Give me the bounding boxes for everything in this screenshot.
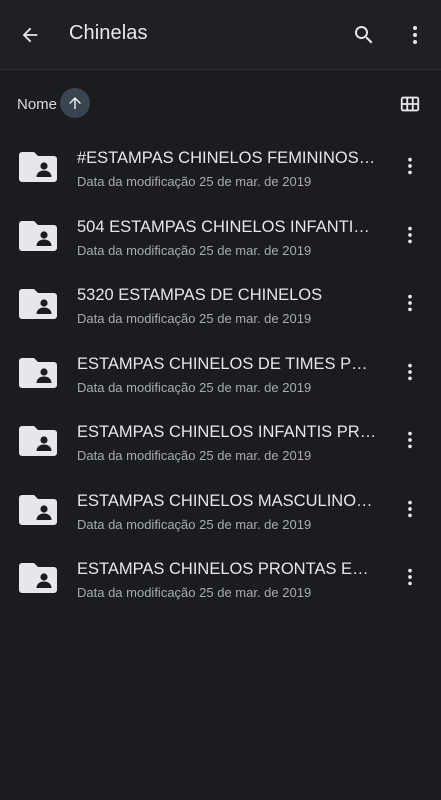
arrow-up-icon: [69, 97, 81, 109]
file-name: ESTAMPAS CHINELOS MASCULINO PRONTAS: [77, 491, 377, 510]
search-button[interactable]: [349, 20, 379, 50]
file-meta: Data da modificação 25 de mar. de 2019: [77, 243, 311, 258]
file-name: ESTAMPAS CHINELOS DE TIMES PRONTAS: [77, 354, 377, 373]
list-item[interactable]: 5320 ESTAMPAS DE CHINELOS Data da modifi…: [0, 267, 441, 336]
top-app-bar: Chinelas: [0, 0, 441, 70]
more-vert-icon: [413, 26, 417, 44]
search-icon: [355, 26, 373, 44]
drive-folder-screen: Chinelas Nome #ESTAMPAS CHINELOS FEMININ…: [0, 0, 441, 800]
list-item[interactable]: 504 ESTAMPAS CHINELOS INFANTIS PRONTAS D…: [0, 199, 441, 268]
grid-view-icon: [400, 96, 420, 112]
shared-folder-icon: [19, 152, 57, 182]
back-button[interactable]: [15, 20, 45, 50]
sort-direction-button[interactable]: [60, 88, 90, 118]
file-meta: Data da modificação 25 de mar. de 2019: [77, 448, 311, 463]
file-name: ESTAMPAS CHINELOS INFANTIS PRONTAS: [77, 423, 377, 441]
file-meta: Data da modificação 25 de mar. de 2019: [77, 174, 311, 189]
file-meta: Data da modificação 25 de mar. de 2019: [77, 311, 311, 326]
item-more-button[interactable]: [396, 358, 424, 386]
item-more-button[interactable]: [396, 289, 424, 317]
shared-folder-icon: [19, 289, 57, 319]
shared-folder-icon: [19, 494, 57, 525]
modified-date: 25 de mar. de 2019: [199, 311, 312, 326]
modified-date: 25 de mar. de 2019: [199, 174, 312, 189]
file-meta: Data da modificação 25 de mar. de 2019: [77, 380, 311, 395]
list-item[interactable]: ESTAMPAS CHINELOS MASCULINO PRONTAS Data…: [0, 473, 441, 542]
modified-prefix: Data da modificação: [77, 242, 196, 258]
file-name: #ESTAMPAS CHINELOS FEMININOS PRONTAS: [77, 149, 377, 167]
list-item[interactable]: ESTAMPAS CHINELOS DE TIMES PRONTAS Data …: [0, 336, 441, 405]
file-name: 5320 ESTAMPAS DE CHINELOS: [77, 286, 323, 304]
modified-prefix: Data da modificação: [77, 448, 196, 463]
shared-folder-icon: [19, 357, 57, 388]
file-name: ESTAMPAS CHINELOS PRONTAS EM ALTA: [77, 560, 377, 578]
sort-bar: Nome: [0, 70, 441, 136]
shared-folder-icon: [19, 426, 57, 456]
modified-date: 25 de mar. de 2019: [199, 448, 312, 463]
page-title: Chinelas: [69, 22, 148, 44]
modified-date: 25 de mar. de 2019: [199, 585, 312, 600]
modified-date: 25 de mar. de 2019: [199, 516, 312, 532]
more-vert-icon: [408, 431, 412, 449]
shared-folder-icon: [19, 220, 57, 251]
more-vert-icon: [408, 568, 412, 586]
modified-prefix: Data da modificação: [77, 311, 196, 326]
item-more-button[interactable]: [396, 221, 424, 249]
more-vert-icon: [408, 294, 412, 312]
modified-prefix: Data da modificação: [77, 379, 196, 395]
view-toggle-button[interactable]: [397, 91, 423, 117]
file-meta: Data da modificação 25 de mar. de 2019: [77, 585, 311, 600]
list-item[interactable]: #ESTAMPAS CHINELOS FEMININOS PRONTAS Dat…: [0, 130, 441, 199]
item-more-button[interactable]: [396, 152, 424, 180]
list-item[interactable]: ESTAMPAS CHINELOS PRONTAS EM ALTA Data d…: [0, 541, 441, 610]
arrow-back-icon: [22, 27, 38, 43]
sort-label[interactable]: Nome: [17, 96, 57, 113]
modified-prefix: Data da modificação: [77, 174, 196, 189]
item-more-button[interactable]: [396, 495, 424, 523]
more-vert-icon: [408, 226, 412, 243]
file-list: #ESTAMPAS CHINELOS FEMININOS PRONTAS Dat…: [0, 130, 441, 610]
more-vert-icon: [408, 363, 412, 380]
modified-prefix: Data da modificação: [77, 516, 196, 532]
more-vert-icon: [408, 500, 412, 517]
list-item[interactable]: ESTAMPAS CHINELOS INFANTIS PRONTAS Data …: [0, 404, 441, 473]
shared-folder-icon: [19, 563, 57, 593]
item-more-button[interactable]: [396, 563, 424, 591]
modified-prefix: Data da modificação: [77, 585, 196, 600]
item-more-button[interactable]: [396, 426, 424, 454]
file-meta: Data da modificação 25 de mar. de 2019: [77, 517, 311, 532]
modified-date: 25 de mar. de 2019: [199, 242, 312, 258]
modified-date: 25 de mar. de 2019: [199, 379, 312, 395]
more-vert-icon: [408, 157, 412, 175]
file-name: 504 ESTAMPAS CHINELOS INFANTIS PRONTAS: [77, 217, 377, 236]
more-options-button[interactable]: [400, 20, 430, 50]
